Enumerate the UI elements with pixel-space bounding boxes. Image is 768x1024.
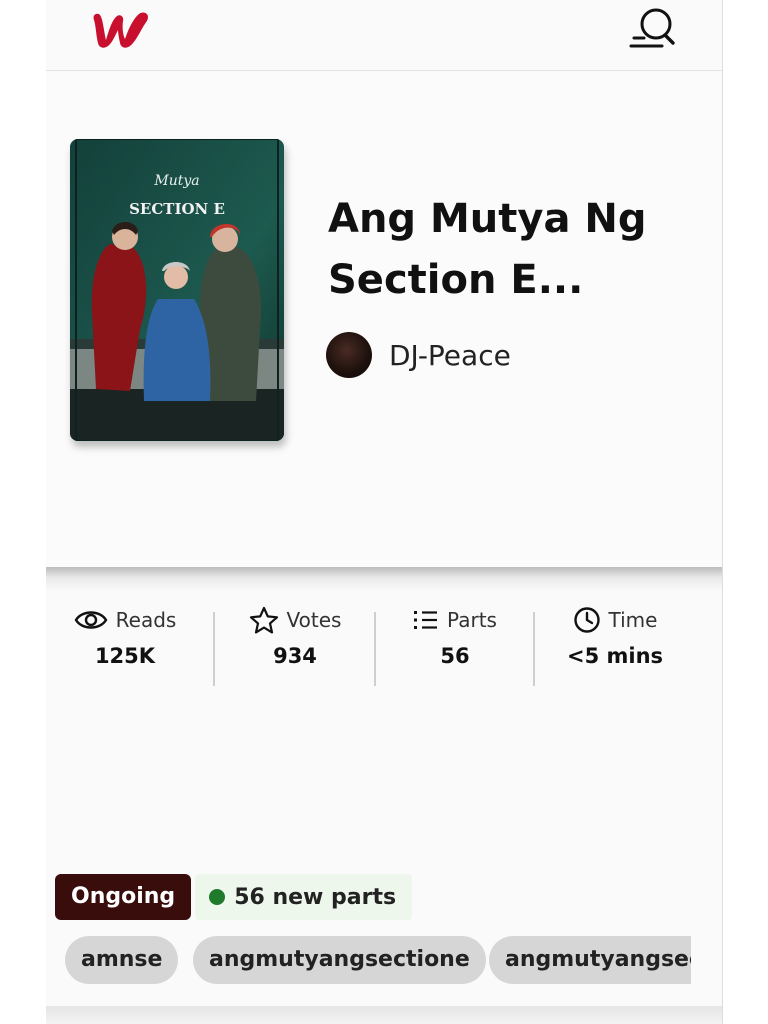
story-status: Ongoing 56 new parts — [55, 873, 413, 921]
stat-parts-value: 56 — [440, 644, 470, 668]
tag-chip[interactable]: angmutyangsec — [489, 936, 691, 984]
new-parts-dot-icon — [209, 889, 226, 905]
stat-reads-label: Reads — [115, 608, 177, 632]
stat-votes-value: 934 — [273, 644, 317, 668]
search-icon — [629, 8, 675, 48]
stat-reads: Reads 125K — [46, 600, 204, 690]
svg-text:SECTION E: SECTION E — [129, 200, 225, 218]
author-avatar — [326, 332, 372, 378]
book-cover-image[interactable]: Mutya SECTION E — [70, 139, 284, 441]
page: Mutya SECTION E Ang Mutya Ng Section E..… — [0, 0, 768, 1024]
story-title: Ang Mutya Ng Section E... — [328, 196, 647, 303]
story-stats: Reads 125K Votes 934 Parts 56 Time <5 mi… — [46, 600, 722, 690]
tag-chip[interactable]: angmutyangsectione — [193, 936, 486, 984]
list-icon — [414, 611, 438, 629]
stat-votes-label: Votes — [286, 608, 342, 632]
stat-votes: Votes 934 — [216, 600, 374, 690]
stat-parts-label: Parts — [447, 608, 497, 632]
stat-time: Time <5 mins — [536, 600, 694, 690]
stat-time-label: Time — [608, 608, 658, 632]
clock-icon — [573, 607, 600, 633]
top-nav-bar — [46, 0, 722, 71]
new-parts-text: 56 new parts — [234, 884, 397, 910]
wattpad-logo-icon[interactable] — [90, 6, 154, 52]
star-icon — [249, 606, 278, 634]
stat-divider — [213, 612, 215, 686]
author-name: DJ-Peace — [389, 338, 511, 372]
status-badge: Ongoing — [55, 874, 192, 920]
author-link[interactable]: DJ-Peace — [326, 332, 511, 378]
new-parts-indicator: 56 new parts — [195, 874, 413, 920]
eye-icon — [74, 611, 108, 629]
stat-reads-value: 125K — [94, 644, 156, 668]
stat-divider — [533, 612, 535, 686]
stat-time-value: <5 mins — [566, 644, 664, 668]
story-tags: amnse angmutyangsectione angmutyangsec — [65, 936, 691, 988]
tag-chip[interactable]: amnse — [65, 936, 179, 984]
search-button[interactable] — [628, 6, 678, 50]
story-hero: Mutya SECTION E Ang Mutya Ng Section E..… — [46, 71, 722, 567]
story-screen: Mutya SECTION E Ang Mutya Ng Section E..… — [46, 0, 723, 1024]
svg-text:Mutya: Mutya — [153, 173, 199, 189]
bottom-divider — [46, 1006, 722, 1024]
section-divider — [46, 567, 722, 591]
stat-parts: Parts 56 — [376, 600, 534, 690]
